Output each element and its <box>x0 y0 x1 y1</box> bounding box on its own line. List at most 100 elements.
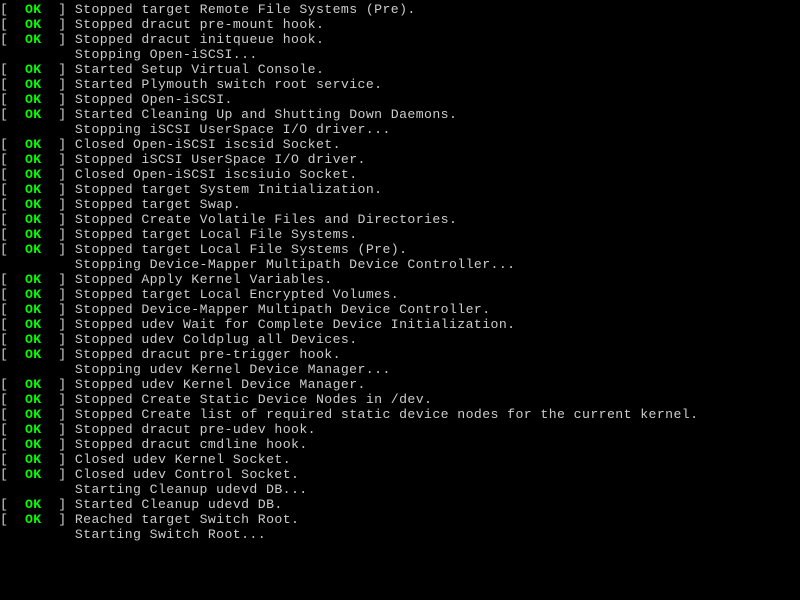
boot-log-line: [ OK ] Stopped udev Kernel Device Manage… <box>0 377 800 392</box>
log-message: Closed Open-iSCSI iscsid Socket. <box>75 137 341 152</box>
log-message: Stopped target Local File Systems (Pre). <box>75 242 408 257</box>
bracket-right: ] <box>42 182 75 197</box>
boot-log-line: [ OK ] Stopped Create list of required s… <box>0 407 800 422</box>
boot-log-line: [ OK ] Stopped dracut initqueue hook. <box>0 32 800 47</box>
bracket-left: [ <box>0 377 25 392</box>
bracket-left: [ <box>0 392 25 407</box>
status-ok: OK <box>25 437 42 452</box>
bracket-left: [ <box>0 17 25 32</box>
status-ok: OK <box>25 272 42 287</box>
log-message: Stopped target Local Encrypted Volumes. <box>75 287 399 302</box>
bracket-left: [ <box>0 137 25 152</box>
log-message: Stopped Open-iSCSI. <box>75 92 233 107</box>
status-ok: OK <box>25 197 42 212</box>
indent <box>0 527 75 542</box>
bracket-left: [ <box>0 62 25 77</box>
bracket-right: ] <box>42 407 75 422</box>
log-message: Stopped udev Coldplug all Devices. <box>75 332 358 347</box>
bracket-right: ] <box>42 152 75 167</box>
bracket-left: [ <box>0 2 25 17</box>
bracket-left: [ <box>0 467 25 482</box>
bracket-left: [ <box>0 422 25 437</box>
bracket-right: ] <box>42 77 75 92</box>
boot-log-line: [ OK ] Stopped Create Static Device Node… <box>0 392 800 407</box>
boot-log-line: [ OK ] Closed udev Kernel Socket. <box>0 452 800 467</box>
log-message: Stopped target Swap. <box>75 197 241 212</box>
bracket-left: [ <box>0 287 25 302</box>
bracket-right: ] <box>42 167 75 182</box>
status-ok: OK <box>25 242 42 257</box>
status-ok: OK <box>25 302 42 317</box>
bracket-left: [ <box>0 317 25 332</box>
bracket-right: ] <box>42 302 75 317</box>
boot-log-line: [ OK ] Stopped udev Coldplug all Devices… <box>0 332 800 347</box>
boot-log-line: [ OK ] Started Plymouth switch root serv… <box>0 77 800 92</box>
status-ok: OK <box>25 107 42 122</box>
boot-log-line: [ OK ] Stopped target Remote File System… <box>0 2 800 17</box>
status-ok: OK <box>25 512 42 527</box>
bracket-left: [ <box>0 92 25 107</box>
boot-log-line: Stopping udev Kernel Device Manager... <box>0 362 800 377</box>
log-message: Stopped Apply Kernel Variables. <box>75 272 333 287</box>
status-ok: OK <box>25 227 42 242</box>
bracket-left: [ <box>0 407 25 422</box>
bracket-right: ] <box>42 392 75 407</box>
status-ok: OK <box>25 212 42 227</box>
log-message: Starting Switch Root... <box>75 527 266 542</box>
boot-log-line: Stopping Device-Mapper Multipath Device … <box>0 257 800 272</box>
bracket-left: [ <box>0 302 25 317</box>
boot-log-line: [ OK ] Closed udev Control Socket. <box>0 467 800 482</box>
status-ok: OK <box>25 62 42 77</box>
status-ok: OK <box>25 2 42 17</box>
log-message: Stopped dracut pre-udev hook. <box>75 422 316 437</box>
bracket-right: ] <box>42 422 75 437</box>
bracket-left: [ <box>0 437 25 452</box>
bracket-left: [ <box>0 107 25 122</box>
bracket-left: [ <box>0 512 25 527</box>
bracket-right: ] <box>42 497 75 512</box>
status-ok: OK <box>25 392 42 407</box>
bracket-right: ] <box>42 452 75 467</box>
status-ok: OK <box>25 32 42 47</box>
indent <box>0 362 75 377</box>
status-ok: OK <box>25 317 42 332</box>
status-ok: OK <box>25 17 42 32</box>
bracket-right: ] <box>42 32 75 47</box>
log-message: Stopped Create list of required static d… <box>75 407 699 422</box>
bracket-right: ] <box>42 2 75 17</box>
log-message: Closed udev Control Socket. <box>75 467 299 482</box>
boot-log-line: [ OK ] Started Cleaning Up and Shutting … <box>0 107 800 122</box>
bracket-right: ] <box>42 437 75 452</box>
boot-log-line: [ OK ] Started Cleanup udevd DB. <box>0 497 800 512</box>
boot-log-line: [ OK ] Stopped Create Volatile Files and… <box>0 212 800 227</box>
log-message: Stopped target Remote File Systems (Pre)… <box>75 2 416 17</box>
log-message: Reached target Switch Root. <box>75 512 299 527</box>
status-ok: OK <box>25 287 42 302</box>
boot-log-line: [ OK ] Closed Open-iSCSI iscsid Socket. <box>0 137 800 152</box>
status-ok: OK <box>25 77 42 92</box>
boot-log-line: [ OK ] Stopped udev Wait for Complete De… <box>0 317 800 332</box>
boot-log-line: [ OK ] Stopped dracut pre-udev hook. <box>0 422 800 437</box>
bracket-right: ] <box>42 92 75 107</box>
status-ok: OK <box>25 407 42 422</box>
bracket-left: [ <box>0 167 25 182</box>
indent <box>0 122 75 137</box>
boot-log-line: Stopping Open-iSCSI... <box>0 47 800 62</box>
boot-log-line: [ OK ] Stopped Apply Kernel Variables. <box>0 272 800 287</box>
bracket-right: ] <box>42 272 75 287</box>
status-ok: OK <box>25 92 42 107</box>
status-ok: OK <box>25 182 42 197</box>
boot-log-line: [ OK ] Reached target Switch Root. <box>0 512 800 527</box>
status-ok: OK <box>25 347 42 362</box>
bracket-left: [ <box>0 332 25 347</box>
status-ok: OK <box>25 467 42 482</box>
log-message: Stopping iSCSI UserSpace I/O driver... <box>75 122 391 137</box>
boot-console: [ OK ] Stopped target Remote File System… <box>0 2 800 542</box>
bracket-left: [ <box>0 182 25 197</box>
status-ok: OK <box>25 497 42 512</box>
status-ok: OK <box>25 377 42 392</box>
bracket-right: ] <box>42 317 75 332</box>
boot-log-line: Starting Switch Root... <box>0 527 800 542</box>
boot-log-line: [ OK ] Stopped target Local Encrypted Vo… <box>0 287 800 302</box>
bracket-left: [ <box>0 197 25 212</box>
